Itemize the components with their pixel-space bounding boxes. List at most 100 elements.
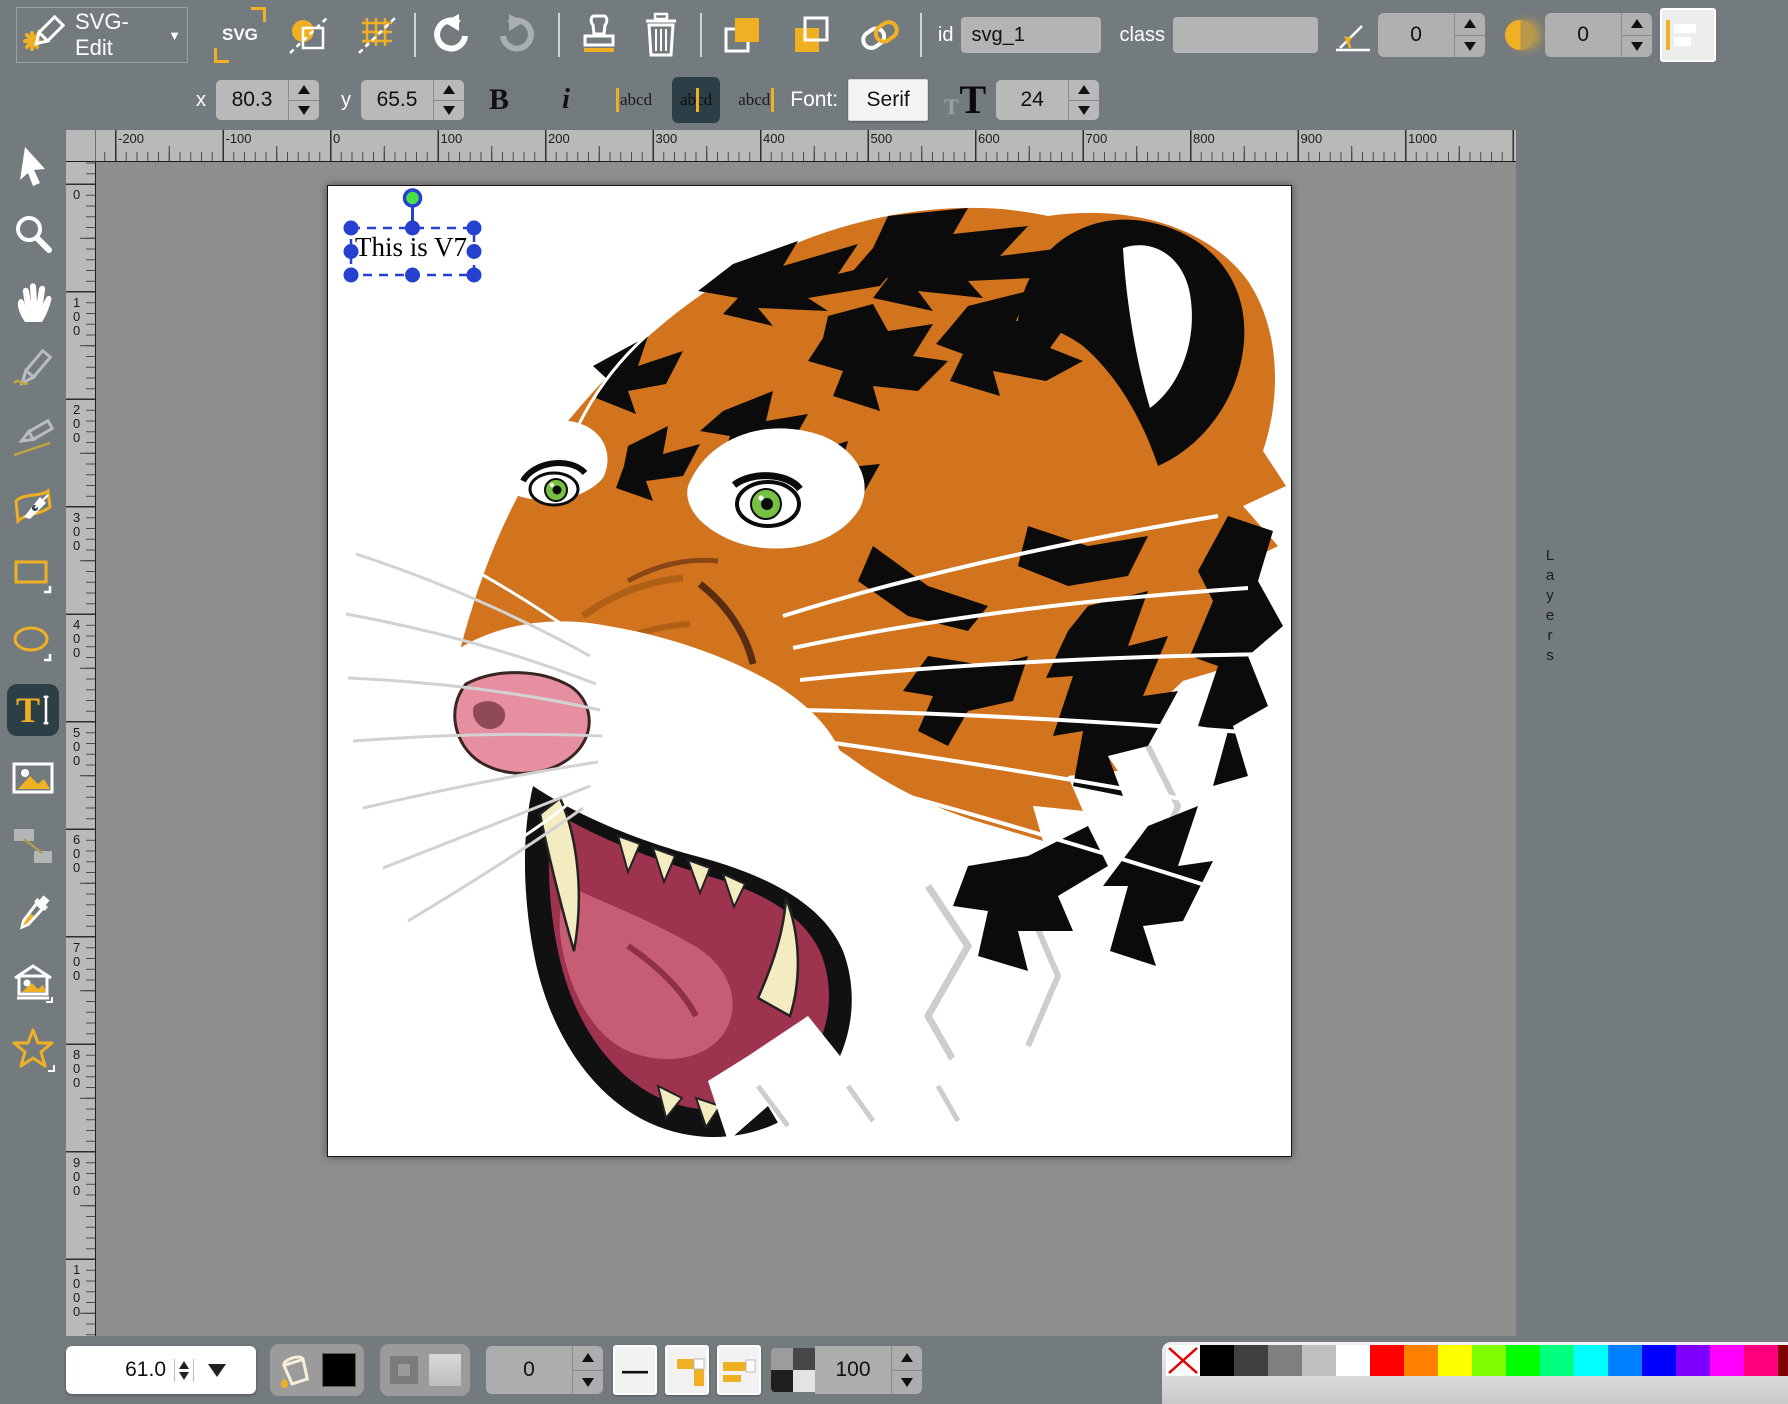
font-family-button[interactable]: Serif — [848, 79, 928, 121]
blur-icon — [1505, 20, 1535, 50]
size-up-button[interactable] — [1069, 80, 1099, 101]
blur-up-button[interactable] — [1622, 13, 1652, 36]
tool-rectangle[interactable] — [7, 548, 59, 600]
palette-swatch[interactable] — [1268, 1345, 1302, 1376]
palette-swatch[interactable] — [1608, 1345, 1642, 1376]
tool-connector[interactable] — [7, 820, 59, 872]
text-anchor-start-button[interactable]: abcd — [612, 77, 660, 123]
palette-swatch[interactable] — [1574, 1345, 1608, 1376]
tool-eyedropper[interactable] — [7, 888, 59, 940]
zoom-control[interactable]: 61.0 — [66, 1346, 256, 1394]
v-ruler-label: 7 0 0 — [73, 941, 80, 983]
move-to-front-button[interactable] — [720, 13, 766, 57]
zoom-dropdown-icon[interactable] — [208, 1364, 226, 1377]
stroke-width-down-button[interactable] — [573, 1371, 603, 1395]
h-ruler-label: 1 — [1516, 131, 1517, 146]
stroke-width-value[interactable]: 0 — [486, 1346, 572, 1394]
palette-swatch[interactable] — [1676, 1345, 1710, 1376]
v-ruler-label: 2 0 0 — [73, 403, 80, 445]
main-toolbar: SVG-Edit ▼ SVG — [0, 0, 1788, 70]
palette-swatch[interactable] — [1472, 1345, 1506, 1376]
tool-star[interactable] — [7, 1024, 59, 1076]
fill-color-swatch[interactable] — [322, 1353, 356, 1387]
zoom-stepper[interactable] — [174, 1359, 194, 1382]
shape-library-icon — [10, 960, 56, 1004]
stroke-dash-button[interactable]: — — [613, 1345, 657, 1395]
tool-pencil[interactable] — [7, 344, 59, 396]
x-up-button[interactable] — [289, 80, 319, 101]
tool-select[interactable] — [7, 140, 59, 192]
blur-value[interactable]: 0 — [1545, 13, 1621, 57]
layers-tab-letter: r — [1548, 628, 1553, 644]
y-down-button[interactable] — [434, 101, 464, 121]
layers-panel-tab[interactable]: Layers — [1536, 548, 1564, 664]
make-link-button[interactable] — [856, 13, 904, 57]
y-value[interactable]: 65.5 — [361, 80, 433, 120]
x-down-button[interactable] — [289, 101, 319, 121]
element-class-input[interactable] — [1173, 17, 1318, 53]
palette-swatch[interactable] — [1336, 1345, 1370, 1376]
font-size-value[interactable]: 24 — [996, 80, 1068, 120]
svg-canvas[interactable]: This is V7 — [327, 185, 1292, 1157]
wireframe-mode-button[interactable] — [284, 13, 334, 57]
text-anchor-end-button[interactable]: abcd — [730, 77, 778, 123]
tool-line[interactable] — [7, 412, 59, 464]
clone-button[interactable] — [576, 13, 622, 57]
main-menu-button[interactable]: SVG-Edit ▼ — [16, 7, 188, 63]
pan-hand-icon — [11, 280, 55, 324]
y-up-button[interactable] — [434, 80, 464, 101]
selected-text-element[interactable]: This is V7 — [355, 232, 467, 263]
tool-shape-library[interactable] — [7, 956, 59, 1008]
palette-swatch[interactable] — [1200, 1345, 1234, 1376]
palette-swatch[interactable] — [1302, 1345, 1336, 1376]
angle-value[interactable]: 0 — [1378, 13, 1454, 57]
bold-button[interactable]: B — [482, 78, 516, 122]
palette-swatch[interactable] — [1506, 1345, 1540, 1376]
star-icon — [10, 1027, 56, 1073]
palette-swatch[interactable] — [1404, 1345, 1438, 1376]
palette-swatch[interactable] — [1370, 1345, 1404, 1376]
undo-button[interactable] — [428, 13, 472, 57]
vertical-ruler: 01 0 02 0 03 0 04 0 05 0 06 0 07 0 08 0 … — [66, 162, 96, 1336]
stroke-linejoin-button[interactable] — [665, 1345, 709, 1395]
tool-image[interactable] — [7, 752, 59, 804]
tiger-drawing — [328, 186, 1291, 1156]
font-size-indicator: T T — [944, 78, 988, 122]
blur-down-button[interactable] — [1622, 36, 1652, 58]
palette-swatch[interactable] — [1642, 1345, 1676, 1376]
palette-swatch[interactable] — [1540, 1345, 1574, 1376]
align-button[interactable] — [1660, 8, 1716, 62]
h-ruler-label: 700 — [1086, 131, 1108, 146]
palette-swatch-none[interactable] — [1166, 1345, 1200, 1376]
angle-up-button[interactable] — [1455, 13, 1485, 36]
palette-swatch[interactable] — [1234, 1345, 1268, 1376]
tool-text[interactable]: T — [7, 684, 59, 736]
opacity-up-button[interactable] — [892, 1346, 922, 1371]
tool-zoom[interactable] — [7, 208, 59, 260]
palette-swatch[interactable] — [1710, 1345, 1744, 1376]
redo-button[interactable] — [496, 13, 540, 57]
source-editor-button[interactable]: SVG — [214, 7, 266, 63]
opacity-down-button[interactable] — [892, 1371, 922, 1395]
tool-pan[interactable] — [7, 276, 59, 328]
zoom-value[interactable]: 61.0 — [66, 1358, 166, 1382]
delete-button[interactable] — [640, 13, 682, 57]
italic-button[interactable]: i — [556, 78, 576, 122]
grid-toggle-button[interactable] — [354, 13, 400, 57]
stroke-width-up-button[interactable] — [573, 1346, 603, 1371]
size-down-button[interactable] — [1069, 101, 1099, 121]
tool-path[interactable] — [7, 480, 59, 532]
move-to-back-button[interactable] — [788, 13, 834, 57]
palette-swatch[interactable] — [1744, 1345, 1778, 1376]
stroke-linecap-button[interactable] — [717, 1345, 761, 1395]
opacity-value[interactable]: 100 — [815, 1346, 891, 1394]
palette-swatch[interactable] — [1438, 1345, 1472, 1376]
x-value[interactable]: 80.3 — [216, 80, 288, 120]
text-anchor-middle-button[interactable]: abcd — [672, 77, 720, 123]
tool-ellipse[interactable] — [7, 616, 59, 668]
stroke-color-swatch[interactable] — [428, 1353, 462, 1387]
element-id-input[interactable] — [961, 17, 1101, 53]
angle-down-button[interactable] — [1455, 36, 1485, 58]
workarea[interactable]: This is V7 — [96, 162, 1516, 1336]
palette-swatch[interactable] — [1778, 1345, 1788, 1376]
